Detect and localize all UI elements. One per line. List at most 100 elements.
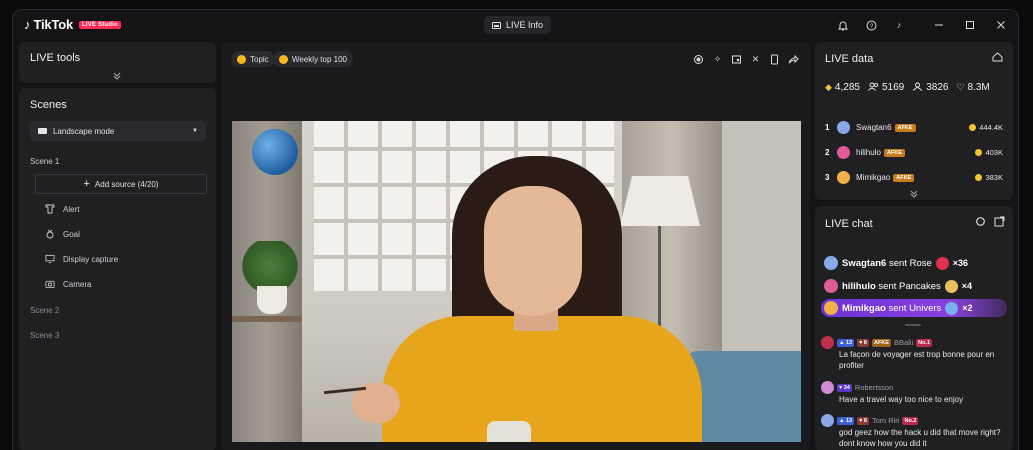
rank-number: 1 <box>825 123 830 132</box>
window-controls <box>931 17 1009 33</box>
ranking-row[interactable]: 1 Swagtan6 AFKE 444.4K <box>825 121 1003 134</box>
add-source-label: Add source (4/20) <box>94 179 159 189</box>
add-source-button[interactable]: + Add source (4/20) <box>35 174 207 194</box>
shelf <box>232 316 302 322</box>
topic-label: Topic <box>250 54 269 64</box>
universe-gift-icon <box>945 301 959 315</box>
rank-number: 3 <box>825 173 830 182</box>
streamer-shirt <box>382 316 702 442</box>
team-badge: AFKE <box>883 148 905 157</box>
level-badge: ♥ 34 <box>837 383 852 392</box>
home-icon[interactable] <box>992 52 1003 65</box>
record-icon[interactable] <box>692 53 705 66</box>
tools-icon[interactable]: ✕ <box>749 53 762 66</box>
ranking-row[interactable]: 2 hilihulo AFKE 403K <box>825 146 1003 159</box>
screenshot-icon[interactable] <box>730 53 743 66</box>
help-icon[interactable]: ? <box>863 17 879 33</box>
scene-3[interactable]: Scene 3 <box>30 331 59 340</box>
coins-stat: ◆ 4,285 <box>825 82 860 93</box>
source-alert[interactable]: Alert <box>45 204 79 214</box>
chat-divider-handle[interactable] <box>905 324 921 326</box>
level-badge: ▲ 13 <box>837 416 855 425</box>
level-badge: ▲ 13 <box>837 338 855 347</box>
rank-value: 403K <box>975 148 1003 157</box>
source-camera[interactable]: Camera <box>45 279 91 289</box>
phone-preview-icon[interactable] <box>768 53 781 66</box>
chat-controls <box>975 216 1005 230</box>
rank-name: Swagtan6 <box>856 123 892 132</box>
live-info-label: LIVE Info <box>506 20 544 30</box>
coin-icon <box>975 174 983 181</box>
weekly-top-chip[interactable]: Weekly top 100 <box>273 51 353 67</box>
chat-settings-icon[interactable] <box>975 216 986 230</box>
avatar <box>821 381 834 394</box>
source-label: Display capture <box>63 254 119 264</box>
minimize-icon[interactable] <box>931 17 947 33</box>
live-data-title: LIVE data <box>825 53 874 65</box>
gift-user: Mimikgao <box>842 302 886 314</box>
tiktok-logo-icon: ♪ <box>24 17 31 32</box>
share-icon[interactable] <box>787 53 800 66</box>
goal-icon <box>45 229 55 239</box>
gift-user: hilihulo <box>842 280 876 292</box>
rank-value-text: 403K <box>985 148 1003 157</box>
source-label: Goal <box>63 229 80 239</box>
gift-count: ×2 <box>962 303 973 313</box>
rank-badge: No.2 <box>902 416 919 425</box>
gift-text: Mimikgao sent Univers <box>842 303 941 314</box>
avatar <box>837 121 850 134</box>
gift-verb: sent <box>889 257 907 269</box>
fan-value: 8 <box>863 339 867 346</box>
gift-text: hilihulo sent Pancakes <box>842 281 941 292</box>
plant-pot <box>257 286 287 314</box>
message-username: Robertsson <box>854 383 894 392</box>
ranking-row[interactable]: 3 Mimikgao AFKE 383K <box>825 171 1003 184</box>
message-text: Have a travel way too nice to enjoy <box>839 395 964 404</box>
message-header: ▲ 13 ♥ 8 AFKE BBalii No.1 <box>821 336 1007 349</box>
popout-icon[interactable] <box>994 216 1005 230</box>
coin-icon <box>969 124 977 131</box>
source-display-capture[interactable]: Display capture <box>45 254 118 264</box>
team-badge: AFKE <box>871 338 891 347</box>
level-value: 13 <box>845 339 853 346</box>
maximize-icon[interactable] <box>962 17 978 33</box>
rank-badge: No.1 <box>916 338 933 347</box>
effects-sparkle-icon[interactable]: ✧ <box>711 53 724 66</box>
expand-chevron-icon[interactable] <box>113 72 121 82</box>
rank-value: 444.4K <box>969 123 1003 132</box>
topic-chip[interactable]: Topic <box>231 51 275 67</box>
scene-2[interactable]: Scene 2 <box>30 306 59 315</box>
gift-count: ×4 <box>961 281 973 291</box>
title-bar: ♪ TikTok LIVE Studio LIVE Info ? ♪ <box>13 10 1018 40</box>
bell-icon[interactable] <box>835 17 851 33</box>
scene-1[interactable]: Scene 1 <box>30 157 59 166</box>
studio-badge: LIVE Studio <box>79 20 121 29</box>
preview-panel: Topic Weekly top 100 ✧ ✕ <box>221 42 810 450</box>
tiktok-account-icon[interactable]: ♪ <box>891 17 907 33</box>
heart-icon: ♡ <box>956 82 965 92</box>
live-video-preview[interactable] <box>232 121 801 442</box>
avatar <box>837 171 850 184</box>
close-icon[interactable] <box>993 17 1009 33</box>
chat-message[interactable]: ▲ 13 ♥ 8 AFKE BBalii No.1 La façon de vo… <box>821 336 1007 372</box>
live-studio-window: ♪ TikTok LIVE Studio LIVE Info ? ♪ LIVE … <box>12 9 1019 450</box>
live-tools-panel: LIVE tools <box>19 42 216 83</box>
message-header: ▲ 13 ♥ 8 Tom Riri No.2 <box>821 414 1007 427</box>
chat-message[interactable]: ♥ 34 Robertsson Have a travel way too ni… <box>821 381 1007 406</box>
landscape-icon <box>38 128 47 134</box>
shares-value: 3826 <box>926 82 949 93</box>
expand-chevron-icon[interactable] <box>910 190 918 200</box>
live-info-button[interactable]: LIVE Info <box>484 16 552 34</box>
plus-icon: + <box>83 177 90 190</box>
display-icon <box>45 254 55 264</box>
chat-message[interactable]: ▲ 13 ♥ 8 Tom Riri No.2 god geez how the … <box>821 414 1007 450</box>
source-goal[interactable]: Goal <box>45 229 80 239</box>
scenes-title: Scenes <box>30 99 67 111</box>
weekly-top-label: Weekly top 100 <box>292 54 347 64</box>
scenes-panel: Scenes Landscape mode ▼ Scene 1 + Add so… <box>19 88 216 450</box>
gift-event-highlight: Mimikgao sent Univers ×2 <box>821 299 1007 317</box>
camera-icon <box>45 279 55 289</box>
coins-value: 4,285 <box>834 82 860 93</box>
layout-mode-select[interactable]: Landscape mode ▼ <box>30 121 206 141</box>
message-header: ♥ 34 Robertsson <box>821 381 1007 394</box>
